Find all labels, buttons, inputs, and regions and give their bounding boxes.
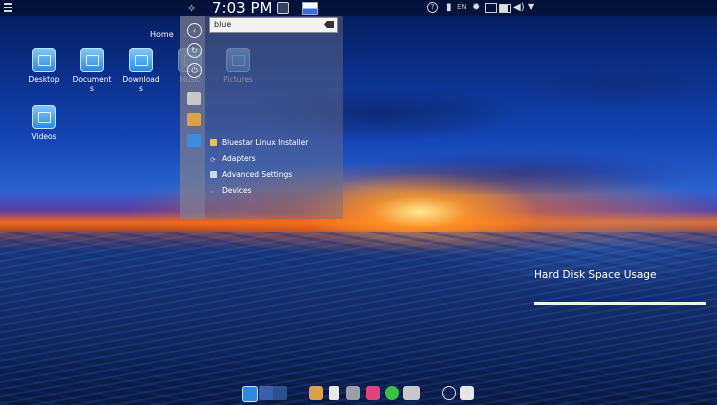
music-icon[interactable] — [366, 386, 380, 400]
clear-icon[interactable] — [324, 21, 334, 28]
home-label: Home — [150, 30, 174, 39]
widget-title: Hard Disk Space Usage — [534, 269, 657, 281]
videos-folder-label: Videos — [31, 132, 57, 141]
desktop-app-icon[interactable] — [242, 386, 258, 402]
power-icon[interactable] — [442, 386, 456, 400]
help-icon[interactable]: ? — [427, 2, 438, 13]
result-item[interactable]: Advanced Settings — [210, 170, 292, 179]
display-icon[interactable] — [485, 3, 497, 13]
window-icon[interactable] — [277, 2, 289, 14]
documents-folder-label: Document s — [72, 75, 112, 93]
back-icon[interactable]: ‹ — [187, 23, 202, 38]
phone-icon[interactable] — [329, 386, 339, 400]
desktop-folder-label: Desktop — [28, 75, 60, 84]
disk-usage-bar — [534, 302, 706, 305]
flag-icon[interactable] — [302, 2, 318, 15]
documents-folder[interactable]: Document s — [70, 48, 114, 93]
volume-icon[interactable]: ◀) — [513, 2, 525, 13]
folder-icon — [129, 48, 153, 72]
chevron-down-icon[interactable]: ▼ — [528, 2, 534, 11]
desktop-folder[interactable]: Desktop — [22, 48, 66, 84]
videos-folder[interactable]: Videos — [22, 105, 66, 141]
package-icon[interactable] — [460, 386, 474, 400]
result-label: Bluestar Linux Installer — [222, 138, 309, 147]
clock[interactable]: 7:03 PM — [212, 0, 272, 17]
hard-disk-icon[interactable] — [403, 386, 420, 400]
hard-disk-icon[interactable] — [187, 92, 201, 105]
downloads-folder-label: Download s — [122, 75, 160, 93]
folder-icon — [32, 105, 56, 129]
usb-icon[interactable]: ▮ — [446, 2, 452, 13]
settings-icon — [210, 171, 217, 178]
whatsapp-icon[interactable] — [385, 386, 399, 400]
result-label: Advanced Settings — [222, 170, 293, 179]
launcher-icon[interactable]: ✧ — [187, 2, 196, 15]
search-input[interactable]: blue — [209, 17, 338, 33]
gear-icon[interactable]: ✹ — [472, 2, 480, 13]
result-item[interactable]: Bluestar Linux Installer — [210, 138, 308, 147]
top-panel: ✧ 7:03 PM ? ▮ EN ✹ ◀) ▼ — [0, 0, 717, 17]
device-icon: ◦ — [210, 189, 214, 196]
result-label: Adapters — [222, 154, 256, 163]
installer-icon — [210, 139, 217, 146]
network-icon: ⟳ — [210, 156, 216, 164]
search-value: blue — [214, 20, 232, 29]
files-icon[interactable] — [309, 386, 323, 400]
wallpaper-water — [0, 232, 717, 405]
folder-icon — [32, 48, 56, 72]
power-icon[interactable]: ⏻ — [187, 63, 202, 78]
film-icon[interactable] — [346, 386, 360, 400]
workspace-switcher-icon[interactable] — [259, 386, 287, 400]
disk-usage-fill — [534, 302, 706, 305]
result-item[interactable]: ⟳ Adapters — [210, 154, 256, 164]
battery-icon[interactable] — [499, 4, 511, 13]
menu-icon[interactable] — [4, 3, 12, 12]
result-label: Devices — [222, 186, 252, 195]
result-item[interactable]: ◦ Devices — [210, 186, 252, 196]
editor-icon[interactable] — [187, 134, 201, 147]
app-launcher-panel — [180, 16, 343, 219]
files-icon[interactable] — [187, 113, 201, 126]
folder-icon — [80, 48, 104, 72]
lang-indicator[interactable]: EN — [457, 3, 467, 11]
refresh-icon[interactable]: ↻ — [187, 43, 202, 58]
downloads-folder[interactable]: Download s — [119, 48, 163, 93]
